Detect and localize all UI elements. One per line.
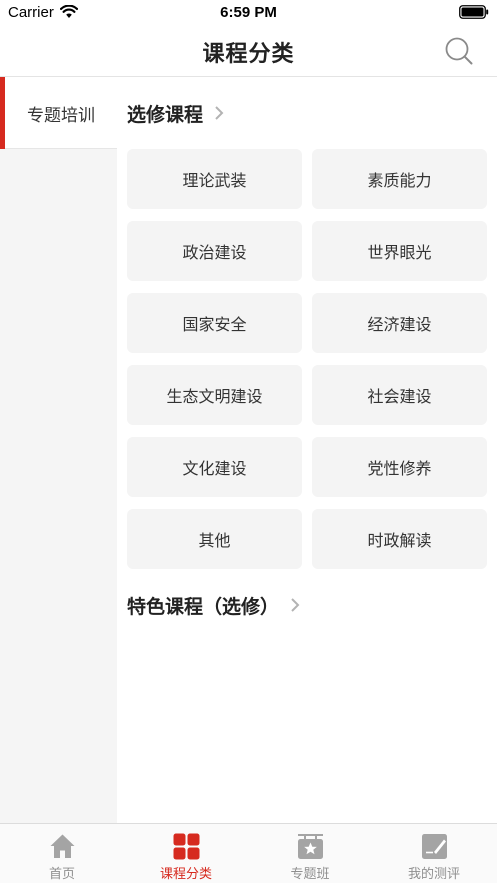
- course-tile[interactable]: 世界眼光: [312, 221, 487, 281]
- course-tile[interactable]: 生态文明建设: [127, 365, 302, 425]
- tab-course-category[interactable]: 课程分类: [124, 824, 248, 883]
- section-title: 特色课程（选修）: [127, 595, 280, 618]
- category-sidebar: 专题培训: [0, 77, 117, 823]
- tab-label: 课程分类: [159, 867, 212, 882]
- grid-icon: [173, 833, 200, 860]
- sidebar-item-special-training[interactable]: 专题培训: [0, 77, 117, 149]
- status-time: 6:59 PM: [220, 4, 277, 21]
- course-tile[interactable]: 其他: [127, 509, 302, 569]
- sidebar-item-label: 专题培训: [27, 106, 95, 126]
- course-tile[interactable]: 理论武装: [127, 149, 302, 209]
- chevron-right-icon: [291, 598, 300, 612]
- edit-note-icon: [422, 834, 447, 859]
- status-bar: Carrier 6:59 PM: [0, 0, 497, 26]
- course-tile[interactable]: 政治建设: [127, 221, 302, 281]
- nav-bar: 课程分类: [0, 26, 497, 77]
- section-title: 选修课程: [127, 103, 204, 126]
- course-tile[interactable]: 素质能力: [312, 149, 487, 209]
- battery-icon: [459, 5, 489, 19]
- tab-my-assessment[interactable]: 我的测评: [372, 824, 496, 883]
- course-tile[interactable]: 时政解读: [312, 509, 487, 569]
- tab-bar: 首页 课程分类 专题班 我的测评: [0, 823, 497, 883]
- course-tile[interactable]: 国家安全: [127, 293, 302, 353]
- course-tile[interactable]: 经济建设: [312, 293, 487, 353]
- tab-label: 专题班: [290, 867, 330, 882]
- section-header-featured[interactable]: 特色课程（选修）: [127, 590, 301, 620]
- home-icon: [50, 834, 75, 858]
- star-board-icon: [298, 834, 323, 859]
- section-header-elective[interactable]: 选修课程: [127, 98, 225, 128]
- course-tile[interactable]: 党性修养: [312, 437, 487, 497]
- tab-label: 我的测评: [407, 867, 460, 882]
- tab-label: 首页: [48, 867, 75, 882]
- course-tile[interactable]: 社会建设: [312, 365, 487, 425]
- search-icon[interactable]: [444, 36, 474, 66]
- tab-home[interactable]: 首页: [0, 824, 124, 883]
- course-tile[interactable]: 文化建设: [127, 437, 302, 497]
- chevron-right-icon: [215, 106, 224, 120]
- page-title: 课程分类: [202, 42, 295, 67]
- tab-special-class[interactable]: 专题班: [248, 824, 372, 883]
